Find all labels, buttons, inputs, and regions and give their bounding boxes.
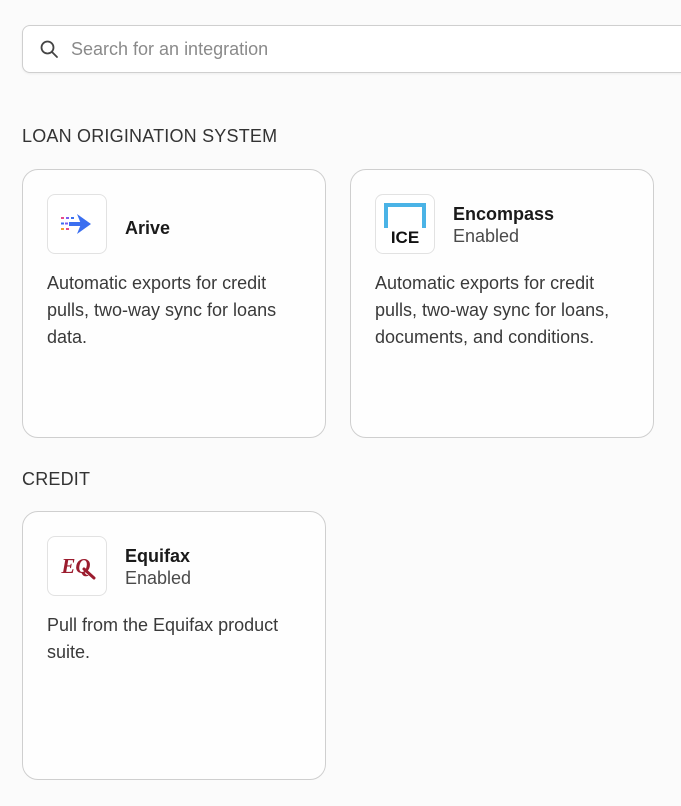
name-block: Encompass Enabled <box>453 203 554 247</box>
integration-name: Equifax <box>125 546 191 566</box>
ice-logo: ICE <box>375 194 435 254</box>
section-title-loan-origination: LOAN ORIGINATION SYSTEM <box>22 126 278 146</box>
search-icon <box>39 39 59 59</box>
integration-description: Automatic exports for credit pulls, two-… <box>47 273 277 347</box>
integration-card-equifax[interactable]: EQ Equifax Enabled Pull from the Equifax… <box>22 511 326 780</box>
integration-name: Encompass <box>453 204 555 224</box>
equifax-logo-text: EQ <box>60 554 90 578</box>
integration-name: Arive <box>125 218 171 238</box>
integration-description: Automatic exports for credit pulls, two-… <box>375 273 610 347</box>
ice-logo-text: ICE <box>391 228 419 246</box>
section-title-credit: CREDIT <box>22 469 91 489</box>
name-block: Arive <box>125 217 170 239</box>
integrations-page: LOAN ORIGINATION SYSTEM Arive Automatic … <box>0 0 681 806</box>
search-input[interactable] <box>71 38 631 60</box>
integration-status: Enabled <box>453 226 520 246</box>
arive-logo <box>47 194 107 254</box>
integration-description: Pull from the Equifax product suite. <box>47 615 279 662</box>
search-bar[interactable] <box>22 25 681 73</box>
equifax-logo: EQ <box>47 536 107 596</box>
name-block: Equifax Enabled <box>125 545 191 589</box>
integration-card-arive[interactable]: Arive Automatic exports for credit pulls… <box>22 169 326 438</box>
integration-status: Enabled <box>125 568 192 588</box>
integration-card-encompass[interactable]: ICE Encompass Enabled Automatic exports … <box>350 169 654 438</box>
